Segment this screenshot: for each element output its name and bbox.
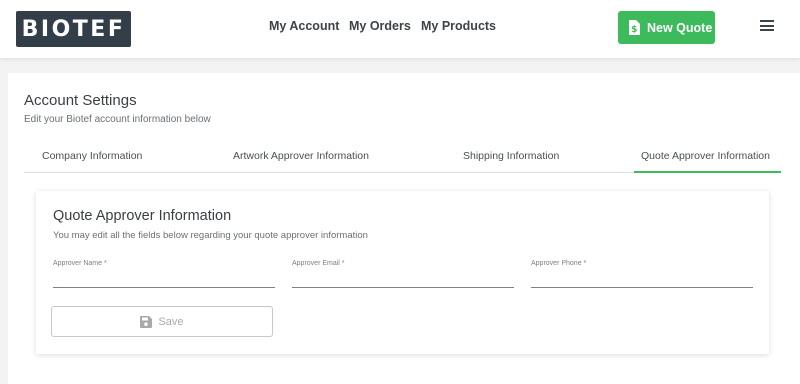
form-subtitle: You may edit all the fields below regard…	[53, 230, 368, 241]
approver-name-label: Approver Name *	[53, 260, 107, 267]
new-quote-label: New Quote	[647, 20, 713, 35]
nav-my-products[interactable]: My Products	[421, 19, 496, 33]
biotef-logo[interactable]: BIOTEF	[16, 11, 131, 47]
approver-phone-label: Approver Phone *	[531, 260, 587, 267]
approver-email-input[interactable]	[292, 268, 514, 288]
approver-phone-input[interactable]	[531, 268, 753, 288]
nav-my-account[interactable]: My Account	[269, 19, 339, 33]
page-subtitle: Edit your Biotef account information bel…	[24, 114, 211, 125]
tab-quote-approver-information[interactable]: Quote Approver Information	[641, 150, 770, 162]
tab-shipping-information[interactable]: Shipping Information	[463, 150, 559, 162]
new-quote-button[interactable]: $ New Quote	[618, 11, 715, 44]
approver-name-input[interactable]	[53, 268, 275, 288]
hamburger-menu-icon[interactable]	[760, 20, 774, 31]
save-button[interactable]: Save	[51, 306, 273, 337]
save-label: Save	[158, 315, 184, 328]
active-tab-indicator	[634, 171, 781, 173]
dollar-document-icon: $	[629, 20, 640, 35]
approver-email-label: Approver Email *	[292, 260, 345, 267]
form-title: Quote Approver Information	[53, 208, 232, 224]
floppy-disk-icon	[140, 315, 153, 328]
top-navigation-bar: BIOTEF My Account My Orders My Products …	[0, 0, 800, 58]
nav-my-orders[interactable]: My Orders	[349, 19, 411, 33]
svg-text:$: $	[631, 25, 637, 35]
tab-company-information[interactable]: Company Information	[42, 150, 142, 162]
tab-artwork-approver-information[interactable]: Artwork Approver Information	[233, 150, 369, 162]
page-title: Account Settings	[24, 92, 137, 109]
